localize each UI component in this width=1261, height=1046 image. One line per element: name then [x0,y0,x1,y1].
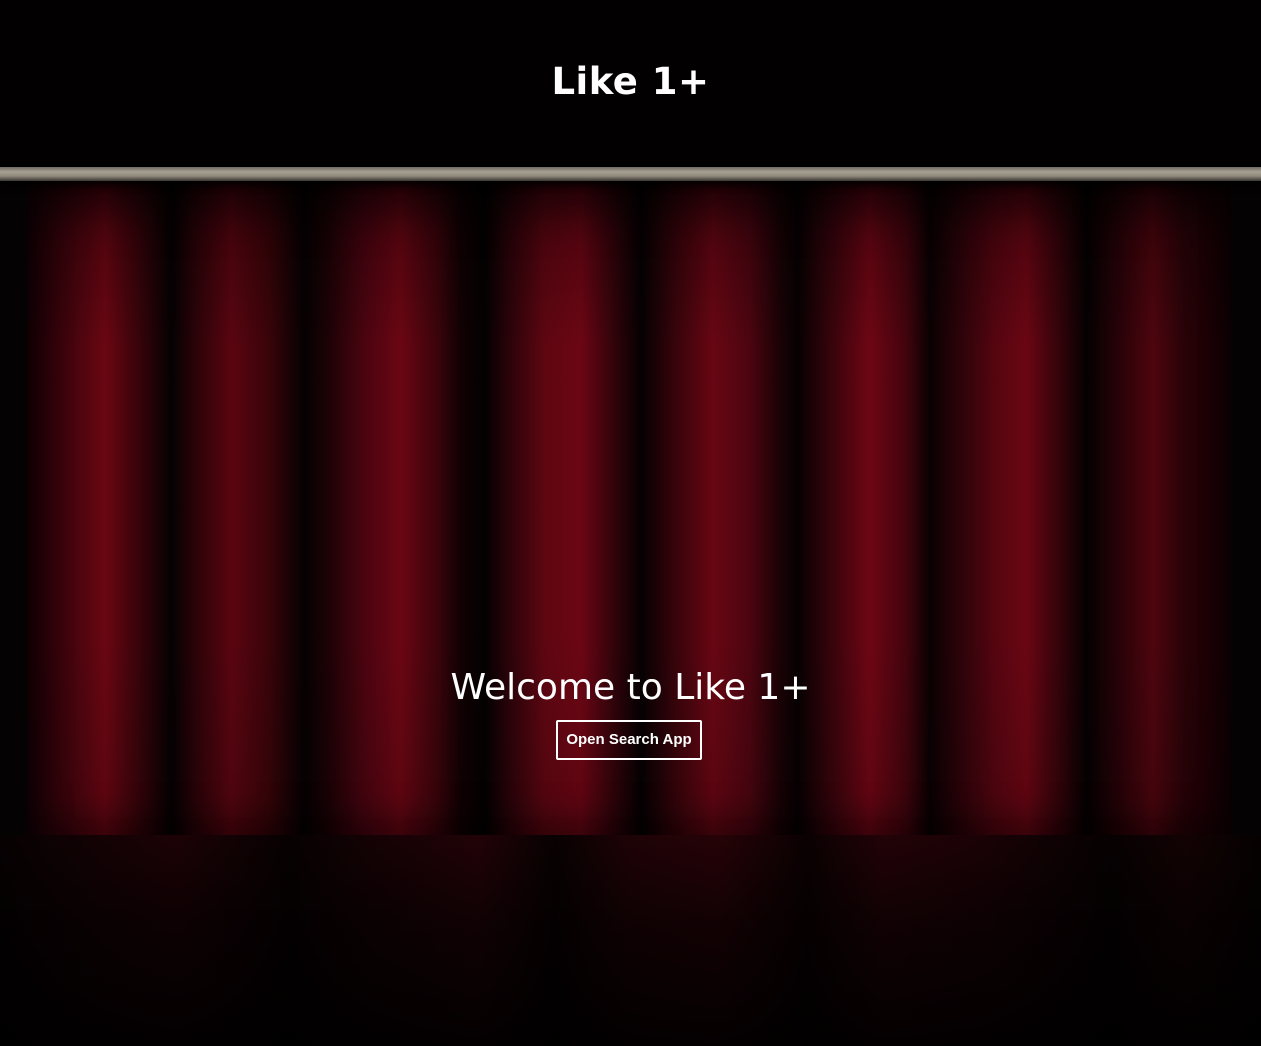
page-title: Like 1+ [551,60,710,103]
curtain-rail [0,167,1261,181]
open-search-app-button[interactable]: Open Search App [556,720,702,760]
welcome-heading: Welcome to Like 1+ [450,667,811,708]
site-header: Like 1+ [0,0,1261,167]
floor-fade [0,835,1261,1046]
